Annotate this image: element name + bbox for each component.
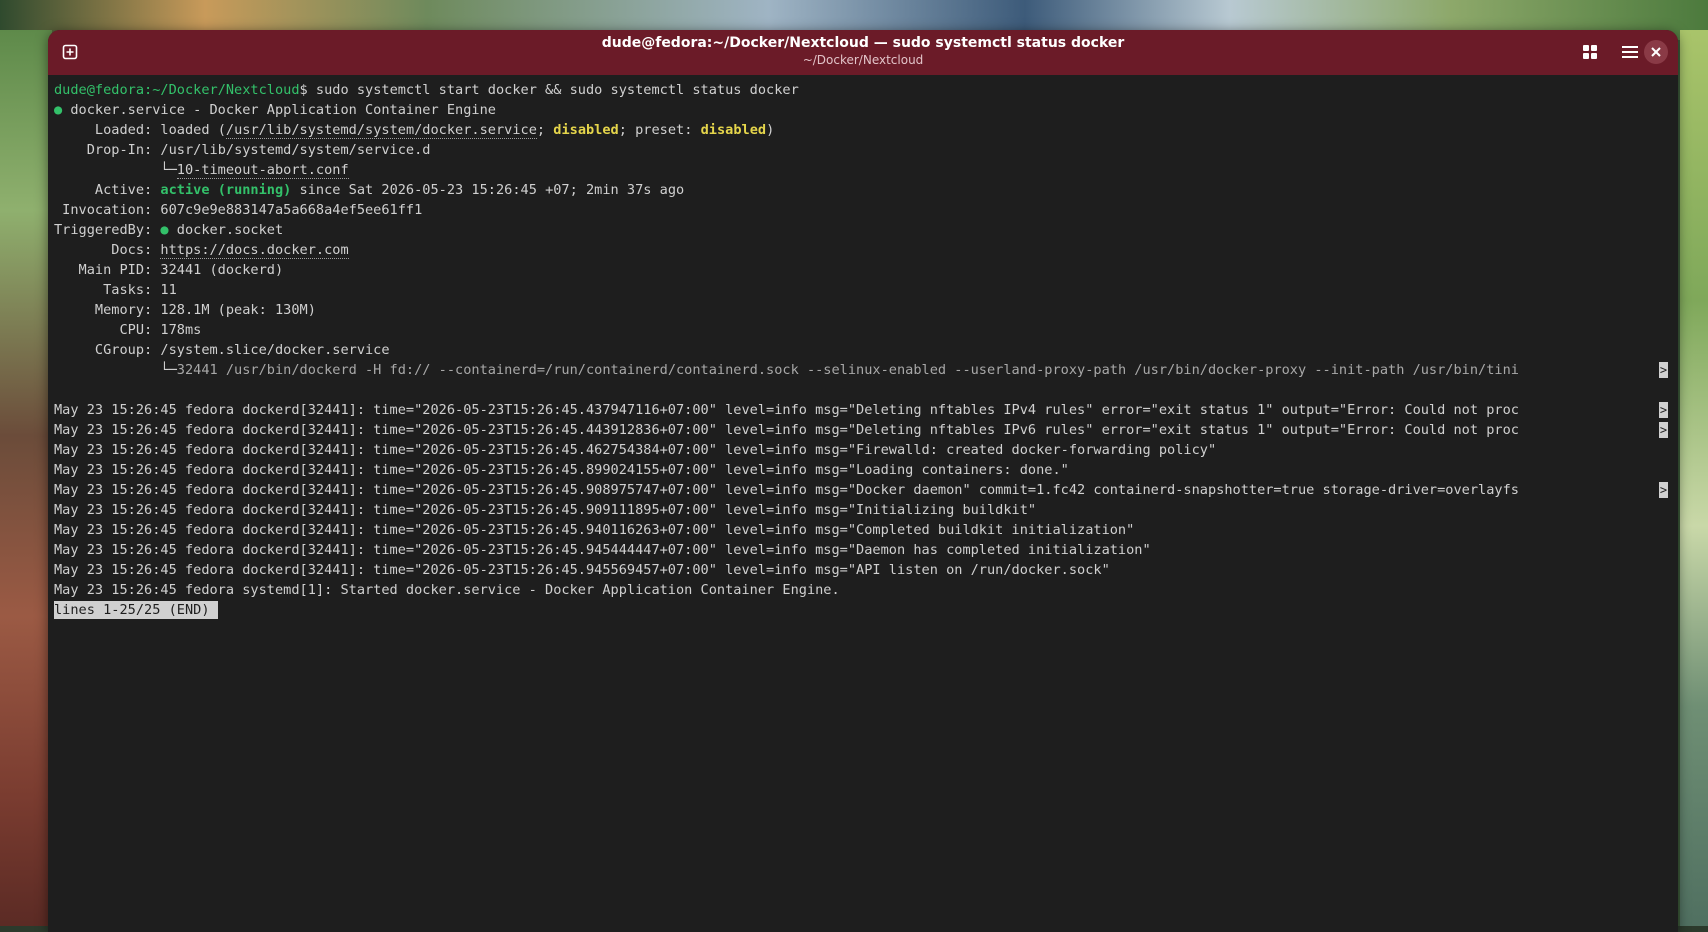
truncation-marker: > (1659, 362, 1668, 378)
dropin-label: Drop-In: (54, 142, 161, 158)
memory-line: Memory: 128.1M (peak: 130M) (54, 302, 316, 318)
log-text: May 23 15:26:45 fedora dockerd[32441]: t… (54, 522, 1135, 538)
triggered-line: TriggeredBy: ● docker.socket (54, 220, 1672, 240)
truncation-marker: > (1659, 402, 1668, 418)
invocation-line: Invocation: 607c9e9e883147a5a668a4ef5ee6… (54, 202, 423, 218)
dropin-file-line: └─10-timeout-abort.conf (54, 160, 1672, 180)
active-since: since Sat 2026-05-23 15:26:45 +07; 2min … (291, 182, 685, 198)
log-text: May 23 15:26:45 fedora systemd[1]: Start… (54, 582, 840, 598)
dropin-file-link[interactable]: 10-timeout-abort.conf (176, 162, 349, 179)
dropin-tree: └─ (54, 162, 177, 178)
log-text: May 23 15:26:45 fedora dockerd[32441]: t… (54, 482, 1519, 498)
active-line: Active: active (running) since Sat 2026-… (54, 180, 1672, 200)
prompt-path: :~/Docker/Nextcloud (144, 82, 300, 98)
loaded-preset-state: disabled (700, 122, 767, 138)
cgroup-process-line: └─32441 /usr/bin/dockerd -H fd:// --cont… (54, 360, 1672, 380)
docs-label: Docs: (54, 242, 161, 258)
log-line: May 23 15:26:45 fedora systemd[1]: Start… (54, 580, 1672, 600)
log-line: May 23 15:26:45 fedora dockerd[32441]: t… (54, 540, 1672, 560)
log-line: May 23 15:26:45 fedora dockerd[32441]: t… (54, 460, 1672, 480)
log-text: May 23 15:26:45 fedora dockerd[32441]: t… (54, 422, 1519, 438)
loaded-preset: ; preset: (618, 122, 701, 138)
wallpaper-left (0, 30, 52, 932)
prompt-user: dude@fedora (54, 82, 145, 98)
terminal-output[interactable]: dude@fedora:~/Docker/Nextcloud$ sudo sys… (54, 80, 1672, 932)
loaded-path-link[interactable]: /usr/lib/systemd/system/docker.service (225, 122, 537, 139)
loaded-state: disabled (553, 122, 619, 138)
command-text: sudo systemctl start docker && sudo syst… (315, 82, 799, 98)
mainpid-line: Main PID: 32441 (dockerd) (54, 262, 284, 278)
log-line: May 23 15:26:45 fedora dockerd[32441]: t… (54, 520, 1672, 540)
header-bar: dude@fedora:~/Docker/Nextcloud — sudo sy… (48, 30, 1678, 75)
log-line: May 23 15:26:45 fedora dockerd[32441]: t… (54, 480, 1672, 500)
docs-link[interactable]: https://docs.docker.com (160, 242, 349, 259)
close-icon (1651, 47, 1661, 57)
loaded-line: Loaded: loaded (/usr/lib/systemd/system/… (54, 120, 1672, 140)
log-line: May 23 15:26:45 fedora dockerd[32441]: t… (54, 420, 1672, 440)
log-text: May 23 15:26:45 fedora dockerd[32441]: t… (54, 442, 1217, 458)
service-name: docker.service - Docker Application Cont… (62, 102, 496, 118)
terminal-window: dude@fedora:~/Docker/Nextcloud — sudo sy… (48, 30, 1678, 932)
tasks-line: Tasks: 11 (54, 282, 177, 298)
log-text: May 23 15:26:45 fedora dockerd[32441]: t… (54, 562, 1110, 578)
log-text: May 23 15:26:45 fedora dockerd[32441]: t… (54, 462, 1069, 478)
pager-line: lines 1-25/25 (END) (54, 600, 1672, 620)
loaded-label: Loaded: (54, 122, 161, 138)
window-title-area: dude@fedora:~/Docker/Nextcloud — sudo sy… (48, 34, 1678, 68)
service-line: ● docker.service - Docker Application Co… (54, 100, 1672, 120)
cgroup-line: CGroup: /system.slice/docker.service (54, 342, 390, 358)
loaded-prefix: loaded ( (160, 122, 226, 138)
log-text: May 23 15:26:45 fedora dockerd[32441]: t… (54, 542, 1151, 558)
loaded-sep: ; (536, 122, 554, 138)
log-line: May 23 15:26:45 fedora dockerd[32441]: t… (54, 400, 1672, 420)
prompt-symbol: $ (299, 82, 316, 98)
prompt-line: dude@fedora:~/Docker/Nextcloud$ sudo sys… (54, 80, 1672, 100)
window-subtitle: ~/Docker/Nextcloud (802, 53, 924, 67)
close-button[interactable] (1644, 40, 1668, 64)
truncation-marker: > (1659, 422, 1668, 438)
log-line: May 23 15:26:45 fedora dockerd[32441]: t… (54, 440, 1672, 460)
triggered-label: TriggeredBy: (54, 222, 161, 238)
cgroup-tree: └─ (54, 362, 177, 378)
log-text: May 23 15:26:45 fedora dockerd[32441]: t… (54, 402, 1519, 418)
main-menu-button[interactable] (1616, 38, 1644, 66)
triggered-value: docker.socket (168, 222, 284, 238)
active-state: active (running) (160, 182, 292, 198)
docs-line: Docs: https://docs.docker.com (54, 240, 1672, 260)
hamburger-menu-icon (1622, 46, 1638, 58)
truncation-marker: > (1659, 482, 1668, 498)
status-bullet-icon: ● (54, 102, 63, 118)
view-tabs-button[interactable] (1576, 38, 1604, 66)
cpu-line: CPU: 178ms (54, 322, 202, 338)
cgroup-process: 32441 /usr/bin/dockerd -H fd:// --contai… (176, 362, 1519, 378)
socket-bullet-icon: ● (160, 222, 169, 238)
loaded-suffix: ) (766, 122, 775, 138)
wallpaper-right (1680, 30, 1708, 932)
grid-icon (1583, 45, 1597, 59)
dropin-path: /usr/lib/systemd/system/service.d (160, 142, 431, 158)
log-line: May 23 15:26:45 fedora dockerd[32441]: t… (54, 560, 1672, 580)
window-title: dude@fedora:~/Docker/Nextcloud — sudo sy… (601, 35, 1125, 51)
log-text: May 23 15:26:45 fedora dockerd[32441]: t… (54, 502, 1037, 518)
log-line: May 23 15:26:45 fedora dockerd[32441]: t… (54, 500, 1672, 520)
active-label: Active: (54, 182, 161, 198)
pager-status: lines 1-25/25 (END) (54, 601, 218, 619)
dropin-line: Drop-In: /usr/lib/systemd/system/service… (54, 140, 1672, 160)
